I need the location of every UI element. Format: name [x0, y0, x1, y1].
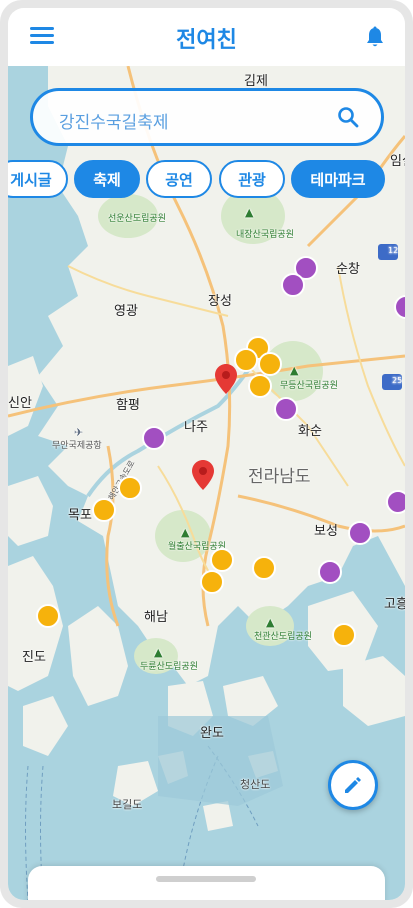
- map-label-jangseong: 장성: [208, 294, 232, 309]
- pencil-icon: [345, 777, 361, 793]
- map-label-boseong: 보성: [314, 524, 338, 539]
- bell-icon[interactable]: [365, 26, 385, 48]
- bottom-sheet[interactable]: [28, 866, 385, 900]
- search-input[interactable]: 강진수국길축제: [30, 88, 384, 146]
- map-label-mokpo: 목포: [68, 508, 92, 523]
- map-label-jeollanamdo: 전라남도: [248, 467, 311, 487]
- tree-icon: ▲: [290, 364, 299, 377]
- map-label-wando: 완도: [200, 726, 224, 741]
- event-marker[interactable]: [386, 490, 405, 514]
- chip-posts[interactable]: 게시글: [8, 160, 68, 198]
- write-post-button[interactable]: [328, 760, 378, 810]
- map-label-naju: 나주: [184, 420, 208, 435]
- festival-marker[interactable]: [332, 623, 356, 647]
- tree-icon: ▲: [245, 206, 254, 219]
- event-marker[interactable]: [348, 521, 372, 545]
- map-label-sunchang: 순창: [336, 262, 360, 277]
- tree-icon: ▲: [154, 646, 163, 659]
- festival-marker[interactable]: [234, 348, 258, 372]
- phone-frame: 전여친 김제 임 선운산도립공원 내장산국립공원 순창 장성 영광 무등산국립공…: [0, 0, 413, 908]
- chip-tourism[interactable]: 관광: [219, 160, 285, 198]
- festival-marker[interactable]: [36, 604, 60, 628]
- map-label-cheongwansan: 천관산도립공원: [254, 632, 312, 642]
- chip-theme-park[interactable]: 테마파크: [291, 160, 385, 198]
- map-label-jindo: 진도: [22, 650, 46, 665]
- map-label-hwasun: 화순: [298, 424, 322, 439]
- category-chips: 게시글 축제 공연 관광 테마파크: [8, 160, 405, 198]
- festival-marker[interactable]: [210, 548, 234, 572]
- app-title: 전여친: [176, 28, 237, 53]
- event-marker[interactable]: [318, 560, 342, 584]
- location-pin-icon[interactable]: [215, 364, 237, 394]
- location-pin-icon[interactable]: [192, 460, 214, 490]
- festival-marker[interactable]: [252, 556, 276, 580]
- tree-icon: ▲: [266, 616, 275, 629]
- search-input-value: 강진수국길축제: [59, 113, 169, 133]
- chip-festival[interactable]: 축제: [74, 160, 140, 198]
- map-label-wolchulsan: 월출산국립공원: [168, 542, 226, 552]
- map-label-hampyeong: 함평: [116, 398, 140, 413]
- chip-performance[interactable]: 공연: [146, 160, 212, 198]
- tree-icon: ▲: [181, 526, 190, 539]
- map-label-mudeungsan: 무등산국립공원: [280, 381, 338, 391]
- map-label-bogildo: 보길도: [112, 798, 143, 811]
- map-label-seonunsan: 선운산도립공원: [108, 214, 166, 224]
- bottom-sheet-handle[interactable]: [156, 876, 256, 882]
- map-label-naejangsan: 내장산국립공원: [236, 230, 294, 240]
- app-screen: 전여친 김제 임 선운산도립공원 내장산국립공원 순창 장성 영광 무등산국립공…: [8, 8, 405, 900]
- festival-marker[interactable]: [92, 498, 116, 522]
- map-label-goheung: 고흥: [384, 597, 405, 612]
- event-marker[interactable]: [142, 426, 166, 450]
- festival-marker[interactable]: [118, 476, 142, 500]
- map-label-muan-airport: 무안국제공항: [52, 441, 102, 451]
- map-label-sinan: 신안: [8, 396, 32, 411]
- map-label-duryunsan: 두륜산도립공원: [140, 662, 198, 672]
- top-app-bar: 전여친: [8, 8, 405, 66]
- road-shield-12: 12: [388, 246, 399, 255]
- festival-marker[interactable]: [200, 570, 224, 594]
- map-label-cheongsando: 청산도: [240, 778, 271, 791]
- map-label-yeonggwang: 영광: [114, 304, 138, 319]
- event-marker[interactable]: [281, 273, 305, 297]
- airport-icon: ✈: [74, 426, 84, 439]
- map-label-haenam: 해남: [144, 610, 168, 625]
- festival-marker[interactable]: [258, 352, 282, 376]
- road-shield-25: 25: [392, 376, 403, 385]
- map-label-kimje: 김제: [244, 74, 268, 89]
- event-marker[interactable]: [274, 397, 298, 421]
- search-icon[interactable]: [337, 106, 359, 128]
- festival-marker[interactable]: [248, 374, 272, 398]
